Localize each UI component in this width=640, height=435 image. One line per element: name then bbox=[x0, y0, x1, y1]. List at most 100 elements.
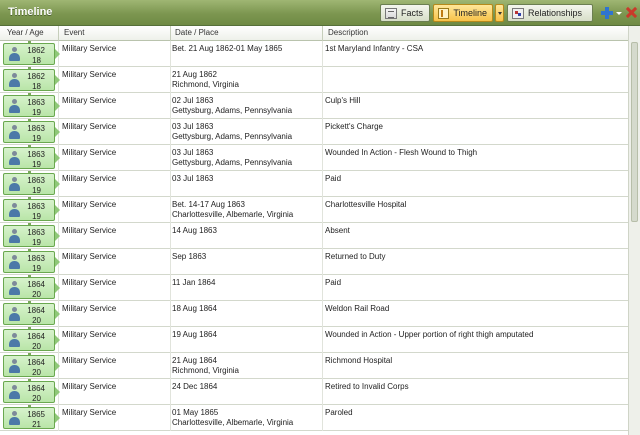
person-icon bbox=[9, 73, 20, 88]
table-row[interactable]: 1864 20 Military Service 11 Jan 1864 Paid bbox=[0, 275, 628, 301]
relationships-button[interactable]: Relationships bbox=[507, 4, 593, 22]
row-year: 1863 bbox=[27, 176, 45, 185]
row-age: 20 bbox=[32, 342, 41, 351]
year-age-tag: 1863 19 bbox=[3, 225, 60, 247]
table-row[interactable]: 1864 20 Military Service 21 Aug 1864 Richmon… bbox=[0, 353, 628, 379]
year-age-tag: 1864 20 bbox=[3, 381, 60, 403]
row-event: Military Service bbox=[62, 70, 117, 79]
table-row[interactable]: 1864 20 Military Service 24 Dec 1864 Retired… bbox=[0, 379, 628, 405]
table-row[interactable]: 1862 18 Military Service 21 Aug 1862 Richmon… bbox=[0, 67, 628, 93]
year-age-tag: 1864 20 bbox=[3, 329, 60, 351]
person-icon bbox=[9, 385, 20, 400]
row-age: 18 bbox=[32, 56, 41, 65]
person-icon bbox=[9, 307, 20, 322]
table-row[interactable]: 1863 19 Military Service Sep 1863 Returned t… bbox=[0, 249, 628, 275]
person-icon bbox=[9, 333, 20, 348]
row-age: 20 bbox=[32, 368, 41, 377]
row-year: 1862 bbox=[27, 46, 45, 55]
year-age-tag: 1863 19 bbox=[3, 147, 60, 169]
row-age: 19 bbox=[32, 212, 41, 221]
row-date: 03 Jul 1863 bbox=[172, 122, 214, 131]
year-age-tag: 1863 19 bbox=[3, 121, 60, 143]
person-icon bbox=[9, 229, 20, 244]
table-row[interactable]: 1862 18 Military Service Bet. 21 Aug 1862-0… bbox=[0, 41, 628, 67]
row-date-place: 02 Jul 1863 Gettysburg, Adams, Pennsylvan… bbox=[172, 96, 292, 116]
row-event: Military Service bbox=[62, 44, 117, 53]
row-date: 02 Jul 1863 bbox=[172, 96, 214, 105]
row-date: 11 Jan 1864 bbox=[172, 278, 216, 287]
row-date: 24 Dec 1864 bbox=[172, 382, 218, 391]
person-icon bbox=[9, 359, 20, 374]
row-description: Pickett's Charge bbox=[325, 122, 383, 131]
year-age-tag: 1864 20 bbox=[3, 303, 60, 325]
facts-button[interactable]: Facts bbox=[380, 4, 430, 22]
timeline-dropdown-button[interactable] bbox=[495, 4, 504, 22]
panel-title: Timeline bbox=[8, 6, 53, 18]
row-place: Charlottesville, Albemarle, Virginia bbox=[172, 418, 294, 427]
row-age: 20 bbox=[32, 394, 41, 403]
scrollbar-thumb[interactable] bbox=[631, 42, 638, 222]
person-icon bbox=[9, 125, 20, 140]
column-header-event[interactable]: Event bbox=[64, 28, 84, 37]
timeline-button-label: Timeline bbox=[453, 8, 487, 18]
year-age-tag: 1863 19 bbox=[3, 251, 60, 273]
close-x-icon[interactable] bbox=[625, 6, 638, 19]
row-year: 1863 bbox=[27, 150, 45, 159]
year-age-tag: 1863 19 bbox=[3, 95, 60, 117]
row-event: Military Service bbox=[62, 382, 117, 391]
row-place: Gettysburg, Adams, Pennsylvania bbox=[172, 106, 293, 115]
timeline-button[interactable]: Timeline bbox=[433, 4, 493, 22]
year-age-tag: 1864 20 bbox=[3, 355, 60, 377]
row-description: Richmond Hospital bbox=[325, 356, 393, 365]
table-row[interactable]: 1863 19 Military Service 03 Jul 1863 Gettysb… bbox=[0, 145, 628, 171]
row-date-place: Bet. 14-17 Aug 1863 Charlottesville, Albe… bbox=[172, 200, 293, 220]
row-description: Weldon Rail Road bbox=[325, 304, 390, 313]
row-date-place: Sep 1863 bbox=[172, 252, 206, 262]
row-date: 21 Aug 1864 bbox=[172, 356, 217, 365]
row-date-place: 03 Jul 1863 Gettysburg, Adams, Pennsylvan… bbox=[172, 122, 292, 142]
column-header-description[interactable]: Description bbox=[328, 28, 368, 37]
table-row[interactable]: 1863 19 Military Service 03 Jul 1863 Gettysb… bbox=[0, 119, 628, 145]
table-row[interactable]: 1863 19 Military Service 14 Aug 1863 Absent bbox=[0, 223, 628, 249]
table-row[interactable]: 1865 21 Military Service 01 May 1865 Charlot… bbox=[0, 405, 628, 431]
table-row[interactable]: 1864 20 Military Service 19 Aug 1864 Wounded… bbox=[0, 327, 628, 353]
add-plus-icon[interactable] bbox=[600, 6, 614, 20]
row-event: Military Service bbox=[62, 330, 117, 339]
row-year: 1863 bbox=[27, 228, 45, 237]
row-event: Military Service bbox=[62, 278, 117, 287]
row-date-place: 21 Aug 1864 Richmond, Virginia bbox=[172, 356, 239, 376]
relationships-icon bbox=[512, 7, 524, 19]
column-header-date-place[interactable]: Date / Place bbox=[175, 28, 219, 37]
column-header-year-age[interactable]: Year / Age bbox=[7, 28, 44, 37]
table-row[interactable]: 1864 20 Military Service 18 Aug 1864 Weldon … bbox=[0, 301, 628, 327]
row-event: Military Service bbox=[62, 356, 117, 365]
row-age: 20 bbox=[32, 316, 41, 325]
person-icon bbox=[9, 411, 20, 426]
table-row[interactable]: 1863 19 Military Service 03 Jul 1863 Paid bbox=[0, 171, 628, 197]
row-date: 14 Aug 1863 bbox=[172, 226, 217, 235]
row-date-place: 01 May 1865 Charlottesville, Albemarle, V… bbox=[172, 408, 293, 428]
person-icon bbox=[9, 99, 20, 114]
timeline-titlebar: Timeline Facts Timeline Relationships bbox=[0, 0, 640, 26]
table-row[interactable]: 1863 19 Military Service Bet. 14-17 Aug 186… bbox=[0, 197, 628, 223]
row-age: 19 bbox=[32, 238, 41, 247]
column-header-row: Year / Age Event Date / Place Descriptio… bbox=[0, 26, 628, 41]
row-date: 03 Jul 1863 bbox=[172, 148, 214, 157]
row-year: 1863 bbox=[27, 98, 45, 107]
row-year: 1863 bbox=[27, 254, 45, 263]
add-dropdown-chevron-icon[interactable] bbox=[616, 12, 622, 15]
row-description: Charlottesville Hospital bbox=[325, 200, 407, 209]
row-year: 1864 bbox=[27, 384, 45, 393]
row-date-place: 19 Aug 1864 bbox=[172, 330, 217, 340]
row-date: Sep 1863 bbox=[172, 252, 207, 261]
table-row[interactable]: 1863 19 Military Service 02 Jul 1863 Gettysb… bbox=[0, 93, 628, 119]
row-year: 1862 bbox=[27, 72, 45, 81]
row-age: 19 bbox=[32, 108, 41, 117]
row-event: Military Service bbox=[62, 148, 117, 157]
person-icon bbox=[9, 281, 20, 296]
row-age: 19 bbox=[32, 134, 41, 143]
facts-icon bbox=[385, 7, 397, 19]
row-description: Culp's Hill bbox=[325, 96, 361, 105]
row-description: 1st Maryland Infantry - CSA bbox=[325, 44, 424, 53]
row-age: 19 bbox=[32, 264, 41, 273]
